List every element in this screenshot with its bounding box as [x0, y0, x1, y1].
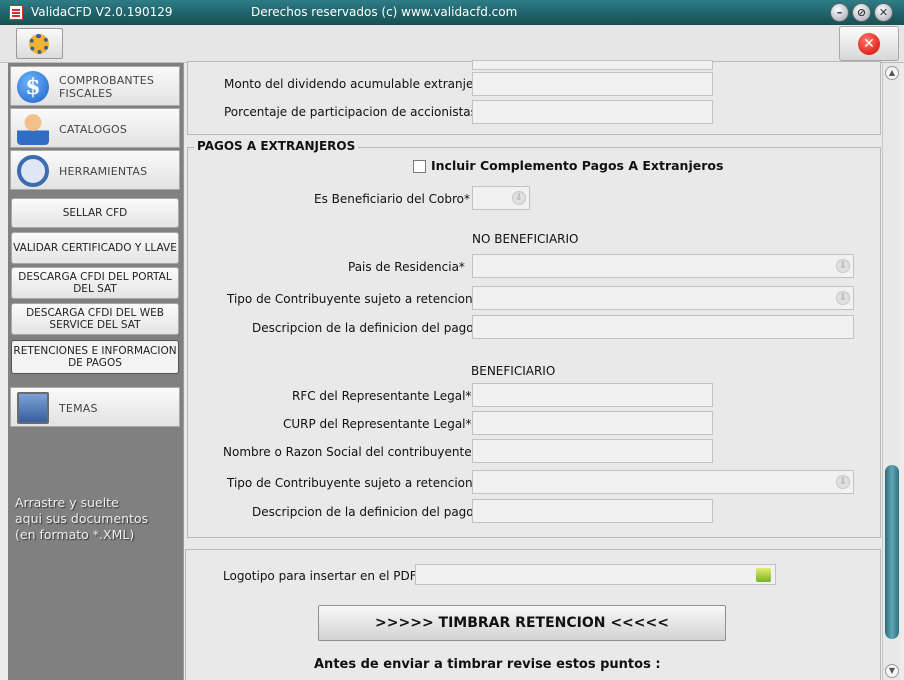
- gear-icon: [29, 34, 49, 54]
- no-beneficiario-title: NO BENEFICIARIO: [472, 232, 579, 246]
- restore-button[interactable]: ⊘: [852, 3, 871, 22]
- window-close-button[interactable]: ✕: [874, 3, 893, 22]
- descripcion-input[interactable]: [472, 315, 854, 339]
- tool-descarga-webservice[interactable]: DESCARGA CFDI DEL WEB SERVICE DEL SAT: [11, 303, 179, 335]
- descripcion-input[interactable]: [472, 499, 713, 523]
- drop-zone-text[interactable]: Arrastre y suelte aqui sus documentos (e…: [15, 495, 148, 543]
- folder-icon[interactable]: [756, 568, 771, 582]
- tool-validar-certificado[interactable]: VALIDAR CERTIFICADO Y LLAVE: [11, 232, 179, 264]
- rfc-label: RFC del Representante Legal*: [292, 389, 472, 403]
- dollar-icon: $: [17, 71, 49, 103]
- chevron-down-icon: ⇩: [836, 475, 850, 489]
- beneficiario-select[interactable]: ⇩: [472, 186, 530, 210]
- user-icon: [17, 113, 49, 145]
- title-bar: ValidaCFD V2.0.190129 Derechos reservado…: [0, 0, 904, 25]
- monto-input[interactable]: [472, 72, 713, 96]
- tool-descarga-portal[interactable]: DESCARGA CFDI DEL PORTAL DEL SAT: [11, 267, 179, 299]
- sidebar-item-temas[interactable]: TEMAS: [10, 387, 180, 427]
- chevron-down-icon: ⇩: [512, 191, 526, 205]
- tipo-contribuyente-label: Tipo de Contribuyente sujeto a retencion…: [227, 292, 479, 306]
- tool-sellar-cfd[interactable]: SELLAR CFD: [11, 198, 179, 228]
- descripcion-label: Descripcion de la definicion del pago*: [252, 505, 480, 519]
- tool-retenciones[interactable]: RETENCIONES E INFORMACION DE PAGOS: [11, 340, 179, 374]
- exit-button[interactable]: ✕: [839, 26, 899, 61]
- sidebar-item-label: CATALOGOS: [59, 122, 128, 136]
- copyright-text: Derechos reservados (c) www.validacfd.co…: [251, 5, 518, 19]
- incluir-complemento-label[interactable]: Incluir Complemento Pagos A Extranjeros: [431, 158, 723, 173]
- logotipo-input[interactable]: [415, 564, 776, 585]
- logotipo-label: Logotipo para insertar en el PDF: [223, 569, 417, 583]
- pagos-extranjeros-section: PAGOS A EXTRANJEROS Incluir Complemento …: [187, 139, 881, 538]
- settings-button[interactable]: [16, 28, 63, 59]
- close-icon: ✕: [858, 33, 880, 55]
- window-title: ValidaCFD V2.0.190129: [31, 5, 173, 19]
- nombre-label: Nombre o Razon Social del contribuyente*: [223, 445, 478, 459]
- timbrar-button[interactable]: >>>>> TIMBRAR RETENCION <<<<<: [318, 605, 726, 641]
- sidebar-item-label: HERRAMIENTAS: [59, 164, 148, 178]
- scroll-thumb[interactable]: [885, 465, 899, 639]
- app-icon: [9, 5, 23, 20]
- porcentaje-label: Porcentaje de participacion de accionist…: [224, 105, 477, 119]
- vertical-scrollbar[interactable]: ▲ ▼: [882, 63, 900, 680]
- scroll-up-icon[interactable]: ▲: [885, 66, 899, 80]
- nombre-input[interactable]: [472, 439, 713, 463]
- main-content: Monto del dividendo acumulable extranjer…: [184, 60, 882, 680]
- chevron-down-icon: ⇩: [836, 291, 850, 305]
- beneficiario-title: BENEFICIARIO: [471, 364, 556, 378]
- curp-input[interactable]: [472, 411, 713, 435]
- antes-text: Antes de enviar a timbrar revise estos p…: [314, 657, 661, 672]
- sidebar: $ COMPROBANTES FISCALES CATALOGOS HERRAM…: [8, 63, 184, 680]
- tipo-contribuyente-label: Tipo de Contribuyente sujeto a retencion…: [227, 476, 479, 490]
- monitor-icon: [17, 392, 49, 424]
- beneficiario-label: Es Beneficiario del Cobro*: [314, 192, 471, 206]
- toolbar: ✕: [0, 25, 904, 63]
- tools-icon: [17, 155, 49, 187]
- sidebar-item-herramientas[interactable]: HERRAMIENTAS: [10, 150, 180, 190]
- pais-label: Pais de Residencia*: [348, 260, 465, 274]
- scroll-down-icon[interactable]: ▼: [885, 664, 899, 678]
- monto-label: Monto del dividendo acumulable extranjer…: [224, 77, 486, 91]
- incluir-complemento-checkbox[interactable]: [413, 160, 426, 173]
- section-title: PAGOS A EXTRANJEROS: [194, 139, 359, 153]
- tipo-contribuyente-select[interactable]: ⇩: [472, 470, 854, 494]
- tipo-contribuyente-select[interactable]: ⇩: [472, 286, 854, 310]
- descripcion-label: Descripcion de la definicion del pago*: [252, 321, 480, 335]
- sidebar-item-comprobantes[interactable]: $ COMPROBANTES FISCALES: [10, 66, 180, 106]
- sidebar-item-catalogos[interactable]: CATALOGOS: [10, 108, 180, 148]
- pais-select[interactable]: ⇩: [472, 254, 854, 278]
- curp-label: CURP del Representante Legal*: [283, 417, 472, 431]
- previous-field[interactable]: [472, 60, 713, 70]
- minimize-button[interactable]: –: [830, 3, 849, 22]
- sidebar-item-label: COMPROBANTES FISCALES: [59, 74, 155, 100]
- porcentaje-input[interactable]: [472, 100, 713, 124]
- dividendos-section: Monto del dividendo acumulable extranjer…: [187, 60, 881, 135]
- rfc-input[interactable]: [472, 383, 713, 407]
- sidebar-item-label: TEMAS: [59, 401, 98, 415]
- chevron-down-icon: ⇩: [836, 259, 850, 273]
